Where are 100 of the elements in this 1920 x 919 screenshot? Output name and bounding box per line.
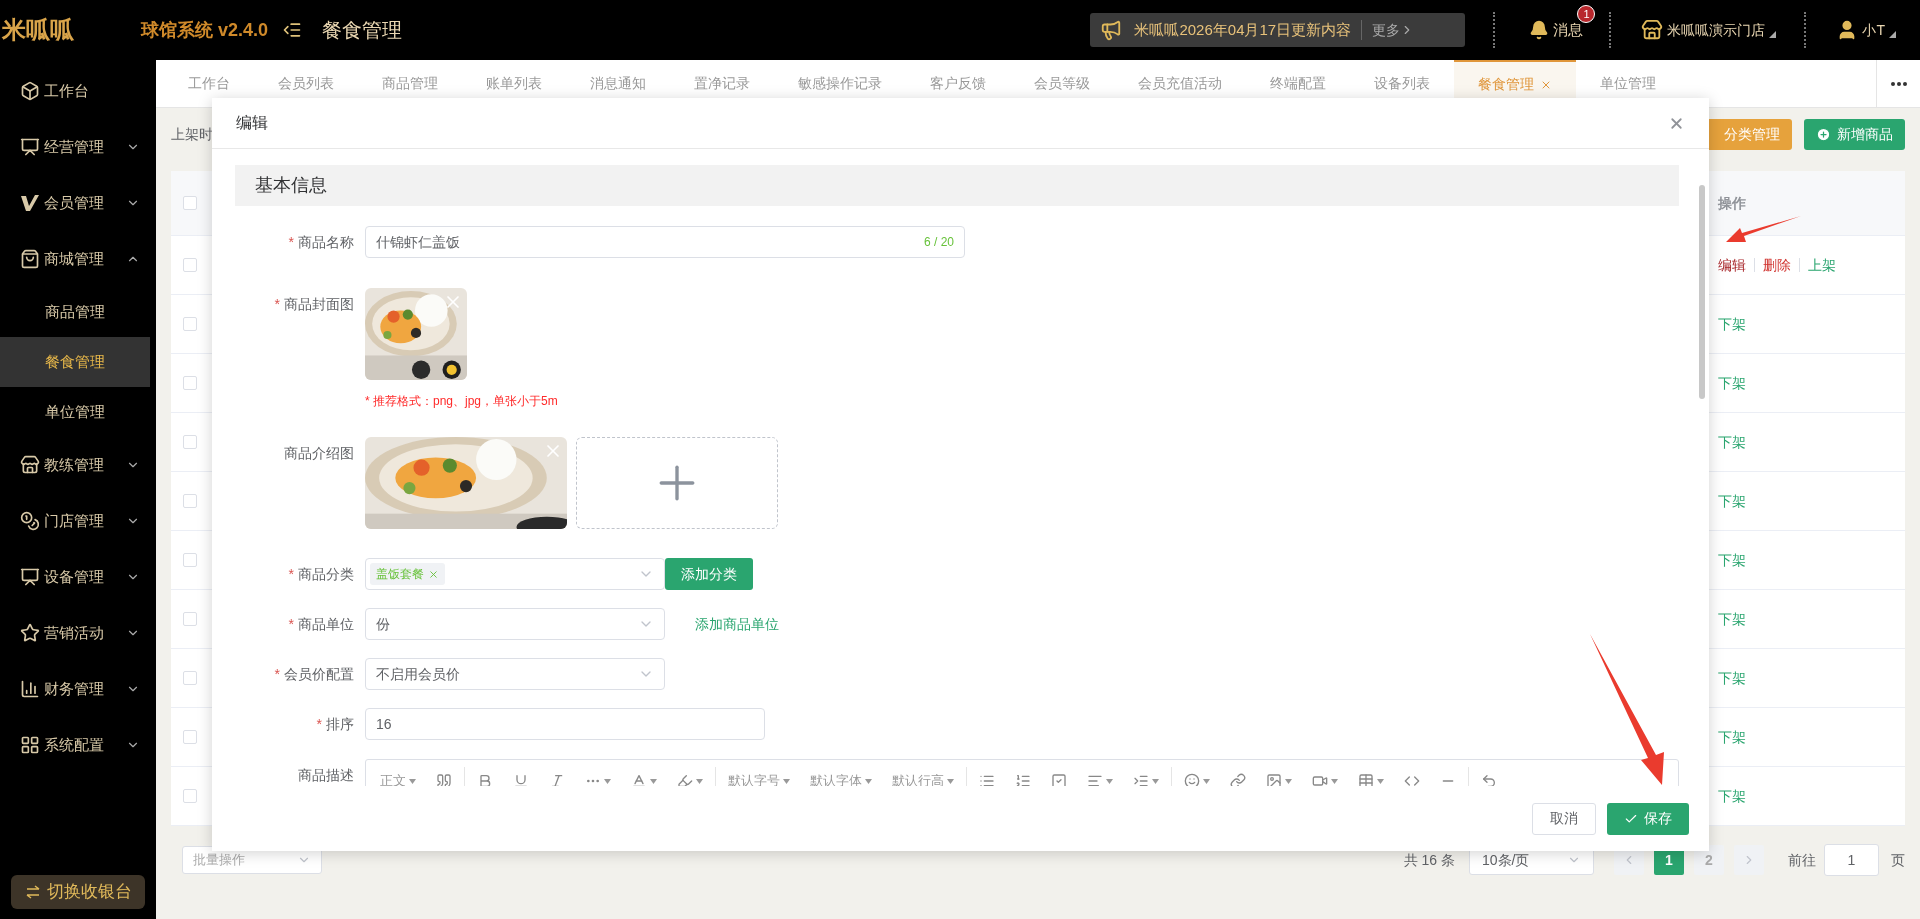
row-action-link[interactable]: 下架 (1718, 726, 1746, 748)
row-action-link[interactable]: 下架 (1718, 313, 1746, 335)
sidebar-item[interactable]: 商城管理 (0, 231, 156, 287)
name-input-field[interactable]: 什锦虾仁盖饭 6 / 20 (365, 226, 965, 258)
caret-icon (409, 778, 416, 784)
page-title: 餐食管理 (322, 18, 403, 43)
speaker-icon (1100, 19, 1123, 41)
row-checkbox[interactable] (183, 376, 197, 390)
add-product-button[interactable]: 新增商品 (1804, 119, 1905, 150)
caret-icon (1106, 778, 1113, 784)
sidebar-item[interactable]: 经营管理 (0, 119, 156, 175)
sidebar-item[interactable]: 系统配置 (0, 717, 156, 773)
user-menu[interactable]: 小T (1836, 19, 1896, 41)
row-action-link[interactable]: 下架 (1718, 372, 1746, 394)
row-checkbox[interactable] (183, 494, 197, 508)
select-field[interactable]: 不启用会员价 (365, 658, 665, 690)
add-category-button[interactable]: 添加分类 (665, 558, 753, 590)
code-icon[interactable] (1404, 773, 1420, 786)
row-checkbox[interactable] (183, 317, 197, 331)
caret-icon (1285, 778, 1292, 784)
image-icon[interactable] (1266, 773, 1282, 786)
save-button[interactable]: 保存 (1607, 802, 1689, 835)
sidebar-item[interactable]: 设备管理 (0, 549, 156, 605)
quote-icon[interactable] (436, 773, 452, 786)
goto-label: 前往 (1788, 850, 1816, 870)
bold-icon[interactable] (477, 773, 493, 786)
row-checkbox[interactable] (183, 258, 197, 272)
font-color-icon[interactable] (631, 773, 647, 786)
row-checkbox[interactable] (183, 612, 197, 626)
select-all-checkbox[interactable] (183, 196, 197, 210)
add-icon (1816, 127, 1831, 142)
video-icon[interactable] (1312, 773, 1328, 786)
row-action-link[interactable]: 上架 (1808, 254, 1836, 276)
sidebar-item[interactable]: 教练管理 (0, 437, 156, 493)
goto-page-input[interactable]: 1 (1824, 844, 1879, 876)
emoji-icon[interactable] (1184, 773, 1200, 786)
sort-input-field[interactable]: 16 (365, 708, 765, 740)
logo: 米呱呱 (2, 15, 74, 45)
undo-icon[interactable] (1481, 773, 1497, 786)
field-label: 商品描述 (298, 765, 354, 785)
row-checkbox[interactable] (183, 789, 197, 803)
row-action-link[interactable]: 下架 (1718, 785, 1746, 807)
sidebar-item[interactable]: 门店管理 (0, 493, 156, 549)
row-action-link[interactable]: 下架 (1718, 608, 1746, 630)
highlight-icon[interactable] (677, 773, 693, 786)
link-icon[interactable] (1230, 773, 1246, 786)
upload-area[interactable] (576, 437, 778, 529)
numbered-list-icon[interactable] (1015, 773, 1031, 786)
row-checkbox[interactable] (183, 553, 197, 567)
more-icon (1890, 81, 1907, 86)
cancel-button[interactable]: 取消 (1532, 802, 1596, 835)
caret-icon (865, 778, 872, 784)
sidebar-item[interactable]: 会员管理 (0, 175, 156, 231)
caret-icon (1152, 778, 1159, 784)
table-icon[interactable] (1358, 773, 1374, 786)
row-action-link[interactable]: 下架 (1718, 667, 1746, 689)
collapse-menu-icon[interactable] (282, 20, 303, 40)
scrollbar[interactable] (1699, 185, 1705, 399)
notice-bar[interactable]: 米呱呱2026年04月17日更新内容 更多 (1090, 13, 1466, 47)
category-tag: 盖饭套餐 (370, 563, 445, 585)
sidebar-item[interactable]: 工作台 (0, 63, 156, 119)
row-action-link[interactable]: 下架 (1718, 490, 1746, 512)
store-switcher[interactable]: 米呱呱演示门店 (1641, 19, 1777, 41)
category-select[interactable]: 盖饭套餐 (365, 558, 665, 590)
add-unit-link[interactable]: 添加商品单位 (695, 613, 779, 635)
more-link[interactable]: 更多 (1372, 19, 1401, 41)
indent-icon[interactable] (1133, 773, 1149, 786)
notification-badge: 1 (1577, 4, 1596, 23)
switch-cashier-button[interactable]: 切换收银台 (11, 875, 145, 909)
row-checkbox[interactable] (183, 435, 197, 449)
row-action-link[interactable]: 编辑 (1718, 254, 1746, 276)
row-checkbox[interactable] (183, 671, 197, 685)
filter-label: 上架时 (171, 125, 213, 144)
required-mark: * (288, 235, 294, 249)
checklist-icon[interactable] (1051, 773, 1067, 786)
total-count: 共 16 条 (1403, 850, 1455, 870)
sidebar-item[interactable]: 营销活动 (0, 605, 156, 661)
row-action-link[interactable]: 删除 (1763, 254, 1791, 276)
cube-icon (20, 81, 40, 101)
sidebar-item[interactable]: 财务管理 (0, 661, 156, 717)
row-action-link[interactable]: 下架 (1718, 549, 1746, 571)
align-icon[interactable] (1087, 773, 1103, 786)
sidebar-subitem[interactable]: 餐食管理 (0, 337, 150, 387)
sidebar-subitem[interactable]: 商品管理 (0, 287, 150, 337)
select-field[interactable]: 份 (365, 608, 665, 640)
row-action-link[interactable]: 下架 (1718, 431, 1746, 453)
field-label: 商品介绍图 (284, 443, 354, 463)
tag-remove-icon[interactable] (428, 568, 439, 580)
column-header: 操作 (1718, 193, 1747, 213)
caret-icon (783, 778, 790, 784)
field-label: 商品封面图 (284, 294, 354, 314)
underline-icon[interactable] (513, 773, 529, 786)
bullet-list-icon[interactable] (979, 773, 995, 786)
row-checkbox[interactable] (183, 730, 197, 744)
sidebar-subitem[interactable]: 单位管理 (0, 387, 150, 437)
required-mark: * (274, 297, 280, 311)
caret-icon (1377, 778, 1384, 784)
field-label: 会员价配置 (284, 664, 354, 684)
field-label: 商品分类 (298, 564, 354, 584)
caret-icon (1331, 778, 1338, 784)
